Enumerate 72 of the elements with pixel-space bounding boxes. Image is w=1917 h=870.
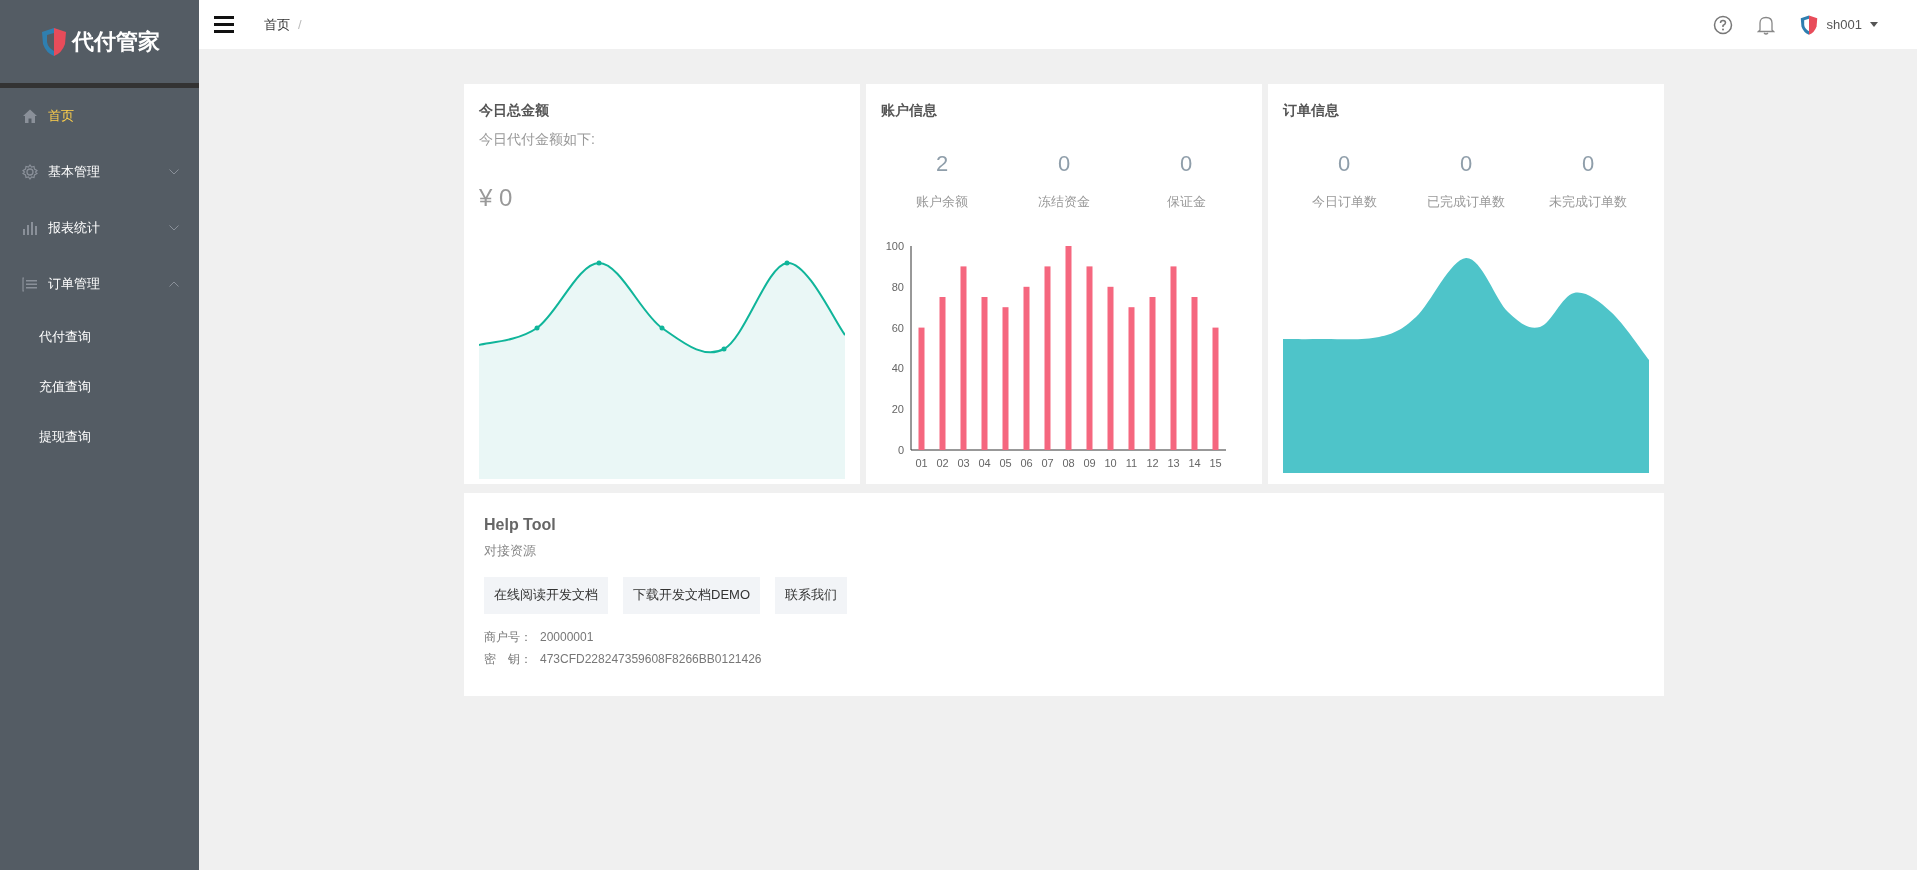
amount-text: ¥ 0 (479, 183, 514, 213)
card-subtitle: 对接资源 (484, 542, 537, 560)
axis-tick-label: 11 (1125, 456, 1138, 469)
axis-tick-label: 07 (1041, 456, 1054, 469)
menu-item[interactable]: 报表统计 (0, 200, 199, 256)
axis-tick-label: 10 (1104, 456, 1117, 469)
chevron-down-icon (169, 225, 179, 231)
stat-value: 2 (935, 150, 949, 178)
list-icon (22, 276, 38, 292)
menu-item[interactable]: 首页 (0, 88, 199, 144)
card-subtitle: 今日代付金额如下: (479, 130, 596, 149)
breadcrumb-link[interactable]: 首页 (264, 14, 290, 35)
axis-tick-label: 08 (1062, 456, 1075, 469)
home-icon (22, 108, 38, 124)
axis-tick-label: 100 (885, 239, 904, 252)
gear-icon (22, 164, 38, 180)
axis-tick-label: 14 (1188, 456, 1201, 469)
axis-tick-label: 60 (891, 321, 904, 334)
stat-value: 0 (1581, 150, 1595, 178)
card-title: 今日总金额 (479, 101, 550, 120)
stat-label: 保证金 (1166, 193, 1206, 211)
caret-icon (1870, 22, 1878, 27)
axis-tick-label: 06 (1020, 456, 1033, 469)
stat-value: 0 (1459, 150, 1473, 178)
axis-tick-label: 05 (999, 456, 1012, 469)
menu-item[interactable]: 基本管理 (0, 144, 199, 200)
card-title: Help Tool (484, 515, 557, 535)
axis-tick-label: 80 (891, 280, 904, 293)
submenu-item[interactable]: 提现查询 (0, 412, 199, 462)
chevron-up-icon (169, 281, 179, 287)
resource-button[interactable]: 下载开发文档DEMO (623, 576, 760, 614)
axis-tick-label: 13 (1167, 456, 1180, 469)
axis-tick-label: 12 (1146, 456, 1159, 469)
stat-label: 已完成订单数 (1427, 193, 1505, 211)
username: sh001 (1826, 15, 1862, 34)
info-value: 473CFD228247359608F8266BB0121426 (540, 650, 762, 668)
info-value: 20000001 (540, 628, 594, 646)
stat-label: 未完成订单数 (1549, 193, 1627, 211)
axis-tick-label: 03 (957, 456, 970, 469)
axis-tick-label: 15 (1209, 456, 1222, 469)
shield-logo-icon (39, 25, 68, 58)
resource-button[interactable]: 在线阅读开发文档 (484, 576, 608, 614)
info-label: 密 钥： (484, 650, 532, 668)
axis-tick-label: 01 (915, 456, 928, 469)
axis-tick-label: 40 (891, 361, 904, 374)
stat-value: 0 (1179, 150, 1193, 178)
axis-tick-label: 20 (891, 402, 904, 415)
submenu-item[interactable]: 代付查询 (0, 312, 199, 362)
breadcrumb-separator: / (298, 15, 302, 34)
bell-icon[interactable] (1756, 14, 1775, 35)
card-title: 账户信息 (881, 101, 938, 120)
stat-label: 冻结资金 (1038, 193, 1090, 211)
info-label: 商户号： (484, 628, 532, 646)
axis-tick-label: 09 (1083, 456, 1096, 469)
menu-item[interactable]: 订单管理 (0, 256, 199, 312)
shield-avatar-icon (1798, 13, 1819, 36)
stat-label: 今日订单数 (1311, 193, 1377, 211)
menu-icon[interactable] (214, 16, 234, 33)
user-menu[interactable]: sh001 (1798, 13, 1878, 36)
chevron-down-icon (169, 169, 179, 175)
card-title: 订单信息 (1283, 101, 1340, 120)
resource-button[interactable]: 联系我们 (775, 576, 847, 614)
help-icon[interactable] (1712, 14, 1733, 35)
logo-text: 代付管家 (71, 28, 160, 56)
stat-value: 0 (1337, 150, 1351, 178)
axis-tick-label: 0 (897, 443, 904, 456)
stat-value: 0 (1057, 150, 1071, 178)
axis-tick-label: 04 (978, 456, 991, 469)
axis-tick-label: 02 (936, 456, 949, 469)
submenu-item[interactable]: 充值查询 (0, 362, 199, 412)
stat-label: 账户余额 (916, 193, 968, 211)
bar-chart-icon (22, 220, 38, 236)
